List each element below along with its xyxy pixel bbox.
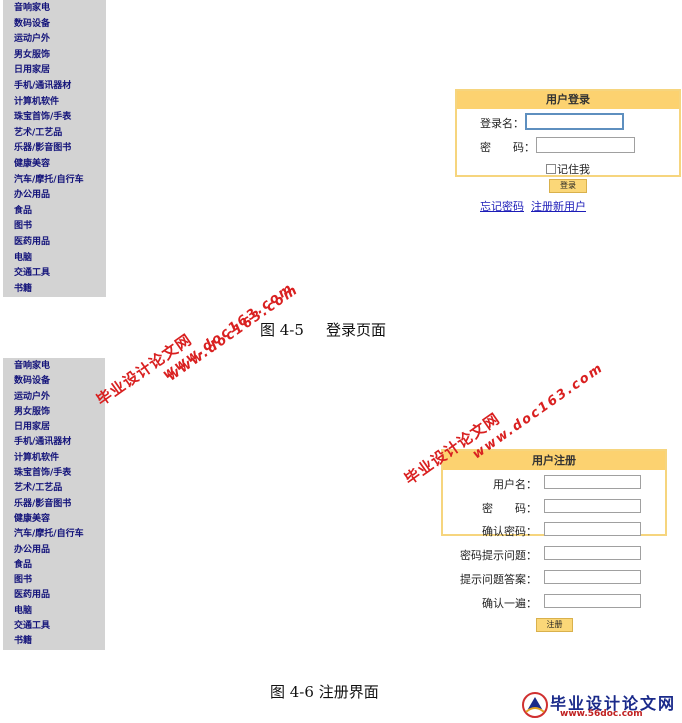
watermark-url: www.doc163.com <box>470 360 607 463</box>
reg-confirm-again-label: 确认一遍： <box>482 597 537 610</box>
category-link[interactable]: 计算机软件 <box>14 95 106 111</box>
login-password-input[interactable] <box>536 137 635 153</box>
category-link[interactable]: 数码设备 <box>14 17 106 33</box>
remember-me[interactable]: 记住我 <box>546 161 590 177</box>
category-link[interactable]: 办公用品 <box>14 543 105 558</box>
figure-number: 图 4-5 <box>260 321 304 339</box>
category-link[interactable]: 交通工具 <box>14 266 106 282</box>
category-link[interactable]: 书籍 <box>14 282 106 298</box>
category-link[interactable]: 手机/通讯器材 <box>14 79 106 95</box>
category-link[interactable]: 乐器/影音图书 <box>14 141 106 157</box>
category-link[interactable]: 办公用品 <box>14 188 106 204</box>
category-link[interactable]: 运动户外 <box>14 32 106 48</box>
category-link[interactable]: 医药用品 <box>14 588 105 603</box>
reg-confirm-again-input[interactable] <box>544 594 641 608</box>
register-header: 用户注册 <box>443 451 665 470</box>
figure-caption-register: 图 4-6 注册界面 <box>270 683 379 701</box>
category-link[interactable]: 日用家居 <box>14 420 105 435</box>
reg-password-label: 密 码： <box>482 502 537 515</box>
remember-label: 记住我 <box>557 163 590 176</box>
reg-hint-answer-input[interactable] <box>544 570 641 584</box>
logo-url: www.56doc.com <box>560 709 643 719</box>
reg-confirm-password-label: 确认密码： <box>482 525 537 538</box>
category-link[interactable]: 运动户外 <box>14 390 105 405</box>
category-link[interactable]: 健康美容 <box>14 157 106 173</box>
category-link[interactable]: 书籍 <box>14 634 105 649</box>
category-link[interactable]: 电脑 <box>14 604 105 619</box>
login-header: 用户登录 <box>457 91 679 109</box>
login-name-input[interactable] <box>525 113 624 130</box>
category-link[interactable]: 艺术/工艺品 <box>14 126 106 142</box>
remember-checkbox[interactable] <box>546 164 556 174</box>
register-link[interactable]: 注册新用户 <box>531 198 586 214</box>
category-link[interactable]: 乐器/影音图书 <box>14 497 105 512</box>
category-link[interactable]: 珠宝首饰/手表 <box>14 110 106 126</box>
watermark-text: 毕业设计论文网 <box>93 330 196 410</box>
figure-caption-login: 图 4-5 登录页面 <box>260 319 386 340</box>
category-link[interactable]: 交通工具 <box>14 619 105 634</box>
login-password-label: 密 码： <box>480 141 535 154</box>
logo-mark-icon <box>522 692 548 718</box>
login-button[interactable]: 登录 <box>549 179 587 193</box>
category-link[interactable]: 男女服饰 <box>14 48 106 64</box>
reg-username-input[interactable] <box>544 475 641 489</box>
category-link[interactable]: 音响家电 <box>14 1 106 17</box>
forgot-password-link[interactable]: 忘记密码 <box>480 198 524 214</box>
category-link[interactable]: 日用家居 <box>14 63 106 79</box>
category-link[interactable]: 珠宝首饰/手表 <box>14 466 105 481</box>
reg-hint-question-input[interactable] <box>544 546 641 560</box>
category-link[interactable]: 健康美容 <box>14 512 105 527</box>
category-sidebar-top: 音响家电 数码设备 运动户外 男女服饰 日用家居 手机/通讯器材 计算机软件 珠… <box>3 0 106 297</box>
category-link[interactable]: 医药用品 <box>14 235 106 251</box>
site-logo: 毕业设计论文网 www.56doc.com <box>520 690 680 722</box>
category-link[interactable]: 数码设备 <box>14 374 105 389</box>
category-link[interactable]: 艺术/工艺品 <box>14 481 105 496</box>
category-link[interactable]: 食品 <box>14 204 106 220</box>
category-link[interactable]: 汽车/摩托/自行车 <box>14 527 105 542</box>
reg-hint-question-label: 密码提示问题： <box>460 549 537 562</box>
reg-password-input[interactable] <box>544 499 641 513</box>
category-link[interactable]: 音响家电 <box>14 359 105 374</box>
category-link[interactable]: 电脑 <box>14 251 106 267</box>
login-name-label: 登录名： <box>480 117 524 130</box>
category-sidebar-bottom: 音响家电 数码设备 运动户外 男女服饰 日用家居 手机/通讯器材 计算机软件 珠… <box>3 358 105 650</box>
figure-title: 登录页面 <box>325 321 386 339</box>
reg-username-label: 用户名： <box>493 478 537 491</box>
category-link[interactable]: 图书 <box>14 219 106 235</box>
category-link[interactable]: 计算机软件 <box>14 451 105 466</box>
register-button[interactable]: 注册 <box>536 618 573 632</box>
category-link[interactable]: 手机/通讯器材 <box>14 435 105 450</box>
category-link[interactable]: 图书 <box>14 573 105 588</box>
category-link[interactable]: 食品 <box>14 558 105 573</box>
reg-hint-answer-label: 提示问题答案： <box>460 573 537 586</box>
category-link[interactable]: 汽车/摩托/自行车 <box>14 173 106 189</box>
category-link[interactable]: 男女服饰 <box>14 405 105 420</box>
reg-confirm-password-input[interactable] <box>544 522 641 536</box>
